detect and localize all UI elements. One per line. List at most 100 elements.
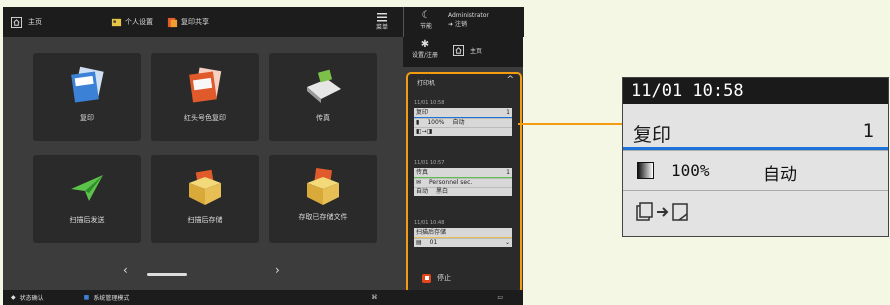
folder-icon: ▤ [416, 239, 422, 246]
shortcut-personal-button[interactable]: 个人设置 [111, 17, 153, 28]
tile-fax[interactable]: 传真 [269, 53, 377, 141]
job-box-number: 01 [429, 239, 438, 246]
fax-icon [307, 69, 341, 103]
stop-icon [422, 273, 431, 283]
job-paper: 自动 [452, 119, 465, 126]
job-count: 1 [506, 109, 510, 116]
tile-stored-files[interactable]: 存取已存储文件 [269, 155, 377, 243]
duplex-icon: ◧→◨ [416, 128, 433, 135]
color-copy-icon [189, 67, 222, 103]
scroll-down-icon[interactable]: ⌄ [505, 239, 510, 247]
zoom-time: 11/01 10:58 [631, 81, 744, 101]
stop-label: 停止 [437, 274, 451, 282]
copy-icon [71, 66, 104, 103]
settings-button[interactable]: ✱ 设置/注册 [411, 39, 439, 59]
settings-label: 设置/注册 [411, 52, 439, 59]
job-time: 11/01 10:58 [414, 100, 445, 106]
stop-button[interactable]: 停止 [422, 271, 506, 285]
job-paper: 自动 [416, 188, 429, 195]
sender-icon: ✉ [416, 179, 422, 186]
mode-icon: ■ [83, 294, 90, 301]
tile-copy[interactable]: 复印 [33, 53, 141, 141]
moon-icon: ☾ [421, 10, 431, 21]
job-name: 传真 [416, 169, 429, 176]
next-page-button[interactable]: › [275, 263, 280, 277]
job-count: 1 [506, 169, 510, 176]
home-shortcut-label: 主页 [470, 48, 483, 55]
zoom-time-header: 11/01 10:58 [623, 78, 888, 104]
stored-files-icon [307, 167, 339, 205]
scan-store-icon [189, 169, 221, 205]
tile-scan-store[interactable]: 扫描后存储 [151, 155, 259, 243]
touch-panel: 主页 个人设置 复印共享 菜单 ☾ 节能 Administrator ➜ 注销 … [3, 7, 524, 305]
network-icon: ⌘ [371, 294, 378, 301]
home-shortcut-button[interactable]: 主页 [453, 45, 482, 56]
zoomed-job-detail: 11/01 10:58 复印 1 100% 自动 [622, 77, 889, 237]
status-area: ☾ 节能 Administrator ➜ 注销 [403, 7, 524, 37]
home-label: 主页 [28, 18, 42, 26]
job-ratio: 100% [427, 119, 445, 126]
home-icon [11, 16, 22, 28]
top-bar: 主页 个人设置 复印共享 菜单 [3, 7, 403, 37]
logout-label: 注销 [454, 21, 467, 28]
shortcut-personal-label: 个人设置 [125, 18, 153, 26]
user-area[interactable]: Administrator ➜ 注销 [448, 11, 489, 29]
collapse-icon[interactable]: ^ [506, 75, 514, 85]
status-check-button[interactable]: 状态确认 [20, 293, 44, 302]
tile-label: 传真 [316, 114, 330, 122]
menu-button[interactable]: 菜单 [373, 11, 391, 33]
page-indicator [147, 273, 187, 276]
zoom-job-count: 1 [862, 120, 874, 142]
tile-label: 复印 [80, 114, 94, 122]
zoom-ratio: 100% [671, 161, 710, 180]
callout-connector [518, 123, 622, 125]
menu-icon [377, 13, 387, 22]
tile-scan-send[interactable]: 扫描后发送 [33, 155, 141, 243]
copy-share-icon [167, 17, 178, 27]
status-monitor: 打印机 ^ 11/01 10:58 复印 1 ▮ 100% 自动 ◧→◨ 11/01 … [406, 72, 522, 294]
bottom-bar: ◆ 状态确认 ■ 系统管理模式 ⌘ ▭ [3, 290, 523, 305]
density-icon [637, 162, 654, 179]
job-time: 11/01 10:57 [414, 160, 445, 166]
duplex-icon [636, 202, 688, 221]
tile-label: 存取已存储文件 [298, 213, 348, 221]
prev-page-button[interactable]: ‹ [123, 263, 128, 277]
logout-icon: ➜ [448, 21, 455, 28]
job-name: 扫描后存储 [416, 229, 447, 236]
zoom-paper: 自动 [763, 165, 797, 185]
shortcut-copy-share-label: 复印共享 [181, 18, 209, 26]
energy-label: 节能 [419, 23, 432, 30]
tile-color-copy[interactable]: 红头号色复印 [151, 53, 259, 141]
tile-label: 扫描后发送 [69, 216, 105, 224]
tile-label: 红头号色复印 [184, 114, 226, 122]
divider [623, 190, 888, 191]
job-item-fax[interactable]: 传真 1 ✉ Personnel sec. 自动 黑白 [414, 168, 512, 196]
user-name: Administrator [448, 12, 489, 19]
pager: ‹ › [123, 263, 293, 281]
system-mode-label[interactable]: 系统管理模式 [93, 293, 129, 302]
density-icon: ▮ [416, 119, 420, 126]
status-icon: ◆ [11, 294, 16, 301]
scan-send-icon [71, 175, 103, 201]
zoom-job-name: 复印 [633, 124, 672, 146]
tile-label: 扫描后存储 [187, 216, 223, 224]
settings-area: ✱ 设置/注册 主页 [403, 37, 523, 67]
job-item-scan-store[interactable]: 扫描后存储 ▤ 01 ⌄ [414, 228, 512, 247]
job-sender: Personnel sec. [429, 179, 473, 186]
job-name: 复印 [416, 109, 429, 116]
home-icon [453, 45, 464, 56]
energy-saver-button[interactable]: ☾ 节能 [412, 10, 440, 30]
job-time: 11/01 10:48 [414, 220, 445, 226]
divider [623, 150, 888, 151]
logout-button[interactable]: ➜ 注销 [448, 20, 489, 29]
home-button[interactable]: 主页 [11, 16, 111, 28]
monitor-title: 打印机 [417, 80, 436, 87]
menu-label: 菜单 [375, 24, 388, 31]
monitor-header: 打印机 ^ [408, 74, 520, 88]
keyboard-icon[interactable]: ▭ [497, 294, 503, 301]
job-color-mode: 黑白 [436, 188, 449, 195]
personal-settings-icon [111, 18, 122, 26]
job-item-copy[interactable]: 复印 1 ▮ 100% 自动 ◧→◨ [414, 108, 512, 136]
shortcut-copy-share-button[interactable]: 复印共享 [167, 17, 209, 28]
gear-icon: ✱ [420, 39, 430, 50]
